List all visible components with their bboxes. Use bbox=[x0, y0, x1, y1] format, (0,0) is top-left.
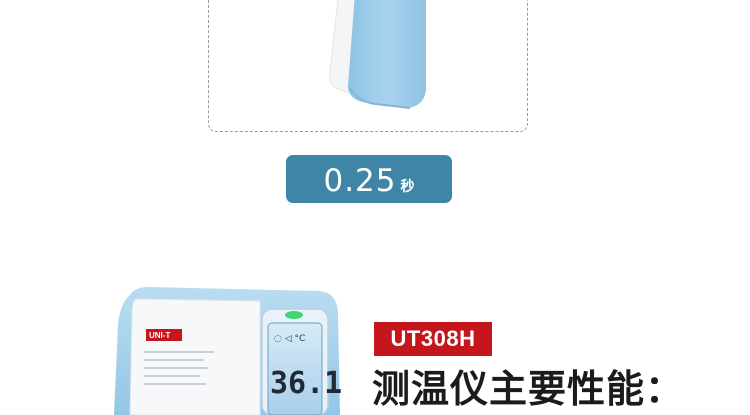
product-detail-stage: 0.25 秒 UNI-T ◌ ◁ °C 36.1 UT308H 测温仪主要性能： bbox=[0, 0, 750, 415]
response-time-badge: 0.25 秒 bbox=[286, 155, 452, 203]
lcd-reading: 36.1 bbox=[270, 366, 342, 401]
response-time-value: 0.25 bbox=[323, 163, 397, 199]
thermometer-device-image: UNI-T ◌ ◁ °C 36.1 bbox=[114, 287, 342, 415]
brand-logo-text: UNI-T bbox=[149, 331, 170, 340]
thermometer-handle-image bbox=[329, 0, 426, 109]
response-time-unit: 秒 bbox=[400, 179, 415, 195]
section-heading: 测温仪主要性能： bbox=[372, 367, 685, 411]
model-tag: UT308H bbox=[374, 322, 492, 356]
svg-text:◌ ◁ °C: ◌ ◁ °C bbox=[274, 334, 305, 344]
